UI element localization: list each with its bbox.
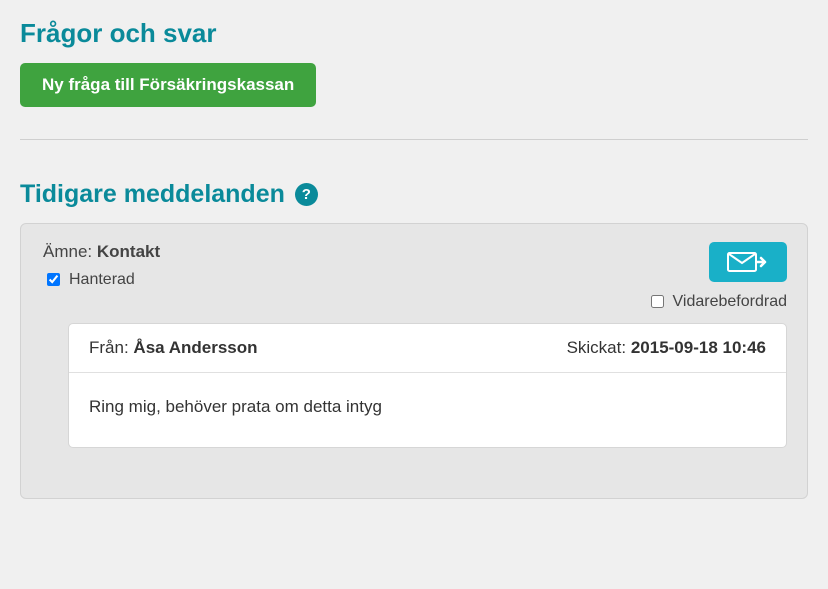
message-sent: Skickat: 2015-09-18 10:46	[567, 338, 766, 358]
help-icon[interactable]: ?	[295, 183, 318, 206]
forwarded-checkbox-row[interactable]: Vidarebefordrad	[647, 292, 787, 311]
mail-forward-icon	[727, 251, 769, 273]
sent-label: Skickat:	[567, 338, 627, 357]
section-divider	[20, 139, 808, 140]
sent-value: 2015-09-18 10:46	[631, 338, 766, 357]
handled-checkbox-row[interactable]: Hanterad	[43, 270, 160, 289]
page-title: Frågor och svar	[20, 18, 808, 49]
new-question-button[interactable]: Ny fråga till Försäkringskassan	[20, 63, 316, 107]
forwarded-label: Vidarebefordrad	[673, 293, 787, 311]
subject-value: Kontakt	[97, 242, 160, 261]
subject-label: Ämne:	[43, 242, 92, 261]
handled-label: Hanterad	[69, 271, 135, 289]
from-value: Åsa Andersson	[133, 338, 257, 357]
forwarded-checkbox[interactable]	[651, 295, 664, 308]
message-body: Ring mig, behöver prata om detta intyg	[69, 373, 786, 447]
subject-line: Ämne: Kontakt	[43, 242, 160, 262]
previous-messages-title: Tidigare meddelanden	[20, 180, 285, 209]
message-from: Från: Åsa Andersson	[89, 338, 258, 358]
forward-button[interactable]	[709, 242, 787, 282]
message-card: Ämne: Kontakt Hanterad	[20, 223, 808, 499]
message-item: Från: Åsa Andersson Skickat: 2015-09-18 …	[68, 323, 787, 448]
handled-checkbox[interactable]	[47, 273, 60, 286]
from-label: Från:	[89, 338, 129, 357]
